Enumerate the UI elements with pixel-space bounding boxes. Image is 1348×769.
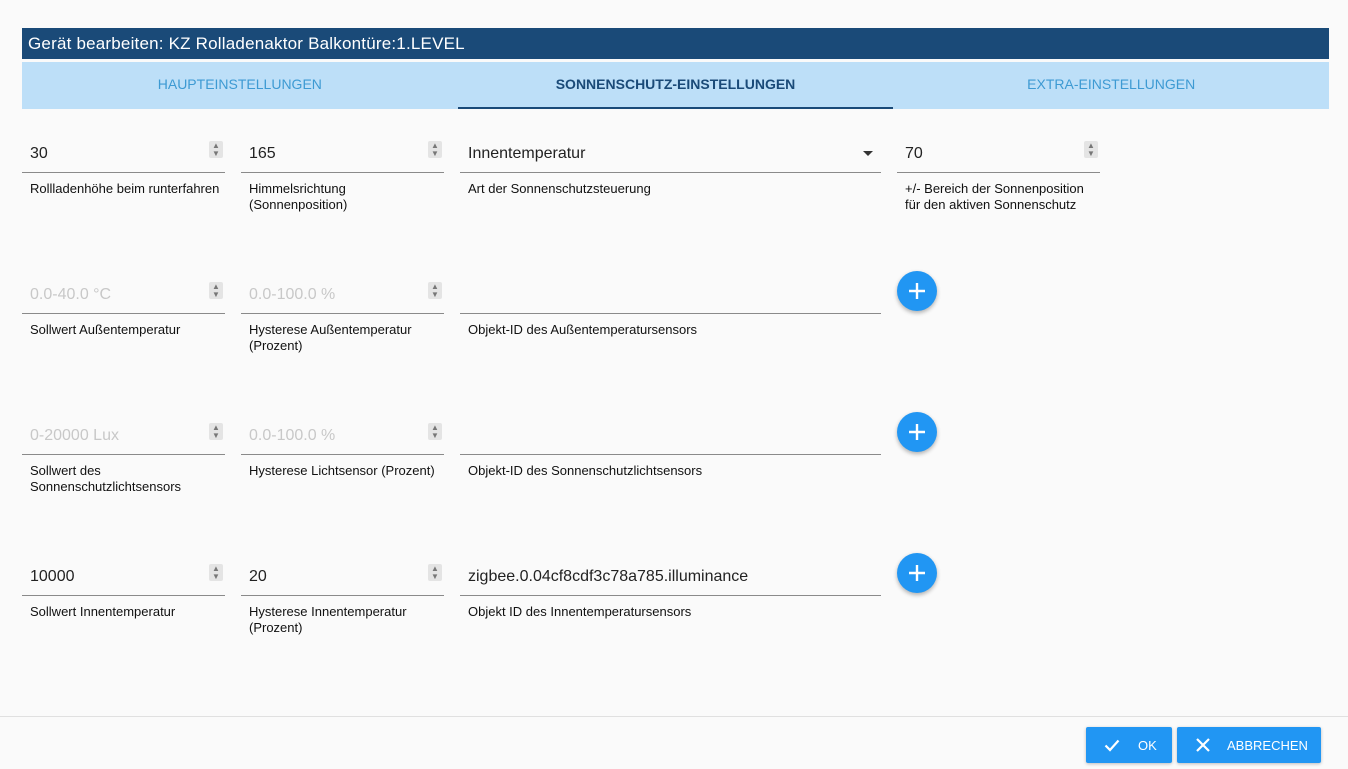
sollwert-lichtsensor-label: Sollwert des Sonnenschutzlichtsensors xyxy=(30,463,182,494)
rollladenhoehe-value: 30 xyxy=(30,145,48,162)
rollladenhoehe-label: Rollladenhöhe beim runterfahren xyxy=(30,181,220,196)
hysterese-innentemperatur-label: Hysterese Innentemperatur (Prozent) xyxy=(249,604,407,635)
sonnenposition-bereich-input[interactable]: 70 ▲ ▼ xyxy=(897,137,1100,173)
ok-button-label: OK xyxy=(1138,737,1157,753)
hysterese-aussentemperatur-input[interactable]: 0.0-100.0 % ▲ ▼ xyxy=(241,278,444,314)
sollwert-innentemperatur-input[interactable]: 10000 ▲ ▼ xyxy=(22,560,225,596)
hysterese-aussentemperatur-field: 0.0-100.0 % ▲ ▼ Hysterese Außentemperatur… xyxy=(241,278,444,354)
close-icon xyxy=(1196,738,1210,752)
sollwert-lichtsensor-placeholder: 0-20000 Lux xyxy=(30,427,119,444)
hysterese-lichtsensor-input[interactable]: 0.0-100.0 % ▲ ▼ xyxy=(241,419,444,455)
hysterese-aussentemperatur-label: Hysterese Außentemperatur (Prozent) xyxy=(249,322,412,353)
plus-icon xyxy=(909,424,925,440)
spinner-arrows-icon[interactable]: ▲ ▼ xyxy=(428,282,442,299)
plus-icon xyxy=(909,565,925,581)
tab-extra-einstellungen[interactable]: EXTRA-EINSTELLUNGEN xyxy=(893,62,1329,109)
sonnenposition-bereich-field: 70 ▲ ▼ +/- Bereich der Sonnenposition für… xyxy=(897,137,1100,213)
hysterese-innentemperatur-input[interactable]: 20 ▲ ▼ xyxy=(241,560,444,596)
sollwert-innentemperatur-value: 10000 xyxy=(30,568,75,585)
aussentemperatursensor-label: Objekt-ID des Außentemperatursensors xyxy=(468,322,698,337)
add-innentemperatursensor-button[interactable] xyxy=(897,553,937,593)
aussentemperatursensor-field: Objekt-ID des Außentemperatursensors xyxy=(460,278,881,338)
hysterese-lichtsensor-label: Hysterese Lichtsensor (Prozent) xyxy=(249,463,435,478)
sonnenposition-bereich-value: 70 xyxy=(905,145,923,162)
footer-divider xyxy=(0,716,1348,717)
sollwert-lichtsensor-input[interactable]: 0-20000 Lux ▲ ▼ xyxy=(22,419,225,455)
sollwert-aussentemperatur-field: 0.0-40.0 °C ▲ ▼ Sollwert Außentemperatur xyxy=(22,278,225,338)
hysterese-aussentemperatur-placeholder: 0.0-100.0 % xyxy=(249,286,336,303)
spinner-arrows-icon[interactable]: ▲ ▼ xyxy=(209,141,223,158)
spinner-arrows-icon[interactable]: ▲ ▼ xyxy=(209,282,223,299)
sonnenschutzsteuerung-label: Art der Sonnenschutzsteuerung xyxy=(468,181,651,196)
sollwert-innentemperatur-field: 10000 ▲ ▼ Sollwert Innentemperatur xyxy=(22,560,225,620)
hysterese-innentemperatur-field: 20 ▲ ▼ Hysterese Innentemperatur (Prozent… xyxy=(241,560,444,636)
spinner-arrows-icon[interactable]: ▲ ▼ xyxy=(428,423,442,440)
aussentemperatursensor-input[interactable] xyxy=(460,278,881,314)
sonnenschutzsteuerung-field: Innentemperatur Art der Sonnenschutzsteu… xyxy=(460,137,881,197)
sonnenschutzlichtsensor-label: Objekt-ID des Sonnenschutzlichtsensors xyxy=(468,463,703,478)
spinner-arrows-icon[interactable]: ▲ ▼ xyxy=(1084,141,1098,158)
hysterese-lichtsensor-placeholder: 0.0-100.0 % xyxy=(249,427,336,444)
himmelsrichtung-value: 165 xyxy=(249,145,276,162)
tab-bar: HAUPTEINSTELLUNGEN SONNENSCHUTZ-EINSTELL… xyxy=(22,62,1329,109)
spinner-arrows-icon[interactable]: ▲ ▼ xyxy=(428,141,442,158)
cancel-button[interactable]: ABBRECHEN xyxy=(1177,727,1321,763)
sollwert-aussentemperatur-input[interactable]: 0.0-40.0 °C ▲ ▼ xyxy=(22,278,225,314)
innentemperatursensor-field: zigbee.0.04cf8cdf3c78a785.illuminance Ob… xyxy=(460,560,881,620)
sonnenschutzsteuerung-value: Innentemperatur xyxy=(468,145,586,162)
spinner-arrows-icon[interactable]: ▲ ▼ xyxy=(209,423,223,440)
tab-sonnenschutz-einstellungen[interactable]: SONNENSCHUTZ-EINSTELLUNGEN xyxy=(457,62,894,109)
innentemperatursensor-value: zigbee.0.04cf8cdf3c78a785.illuminance xyxy=(468,568,749,585)
spinner-arrows-icon[interactable]: ▲ ▼ xyxy=(428,564,442,581)
sonnenposition-bereich-label: +/- Bereich der Sonnenposition für den a… xyxy=(905,181,1084,212)
sonnenschutzsteuerung-select[interactable]: Innentemperatur xyxy=(460,137,881,173)
sonnenschutzlichtsensor-input[interactable] xyxy=(460,419,881,455)
add-sonnenschutzlichtsensor-button[interactable] xyxy=(897,412,937,452)
spinner-arrows-icon[interactable]: ▲ ▼ xyxy=(209,564,223,581)
hysterese-innentemperatur-value: 20 xyxy=(249,568,267,585)
himmelsrichtung-label: Himmelsrichtung (Sonnenposition) xyxy=(249,181,348,212)
plus-icon xyxy=(909,283,925,299)
sollwert-aussentemperatur-placeholder: 0.0-40.0 °C xyxy=(30,286,112,303)
innentemperatursensor-input[interactable]: zigbee.0.04cf8cdf3c78a785.illuminance xyxy=(460,560,881,596)
cancel-button-label: ABBRECHEN xyxy=(1227,737,1308,753)
sonnenschutzlichtsensor-field: Objekt-ID des Sonnenschutzlichtsensors xyxy=(460,419,881,479)
dialog-title: Gerät bearbeiten: KZ Rolladenaktor Balko… xyxy=(22,28,1329,59)
dropdown-caret-icon xyxy=(863,151,873,156)
tab-haupteinstellungen[interactable]: HAUPTEINSTELLUNGEN xyxy=(22,62,458,109)
sollwert-lichtsensor-field: 0-20000 Lux ▲ ▼ Sollwert des Sonnenschutz… xyxy=(22,419,225,495)
sollwert-aussentemperatur-label: Sollwert Außentemperatur xyxy=(30,322,181,337)
innentemperatursensor-label: Objekt ID des Innentemperatursensors xyxy=(468,604,692,619)
sollwert-innentemperatur-label: Sollwert Innentemperatur xyxy=(30,604,176,619)
himmelsrichtung-input[interactable]: 165 ▲ ▼ xyxy=(241,137,444,173)
rollladenhoehe-field: 30 ▲ ▼ Rollladenhöhe beim runterfahren xyxy=(22,137,225,197)
ok-button[interactable]: OK xyxy=(1086,727,1172,763)
rollladenhoehe-input[interactable]: 30 ▲ ▼ xyxy=(22,137,225,173)
check-icon xyxy=(1104,739,1120,752)
add-aussentemperatursensor-button[interactable] xyxy=(897,271,937,311)
hysterese-lichtsensor-field: 0.0-100.0 % ▲ ▼ Hysterese Lichtsensor (Pr… xyxy=(241,419,444,479)
himmelsrichtung-field: 165 ▲ ▼ Himmelsrichtung (Sonnenposition) xyxy=(241,137,444,213)
